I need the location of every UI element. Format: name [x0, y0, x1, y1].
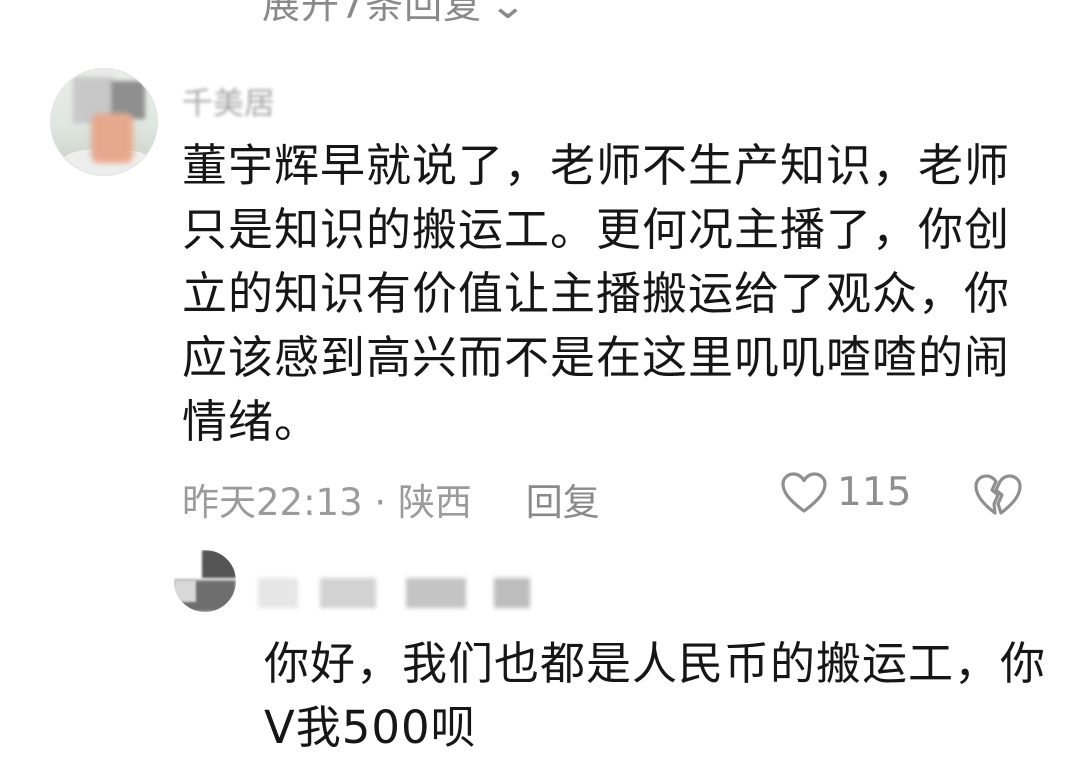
chevron-down-icon: ⌄	[488, 0, 529, 27]
reply-avatar[interactable]	[174, 550, 236, 612]
reply-line: V我500呗	[264, 701, 477, 754]
comment-line: 只是知识的搬运工。更何况主播了，你创	[182, 203, 1011, 256]
reply-username-redacted[interactable]	[258, 578, 538, 610]
heart-outline-icon	[781, 471, 827, 514]
dislike-button[interactable]	[973, 473, 1023, 521]
comment-timestamp: 昨天22:13	[182, 481, 363, 524]
comment-username-text: 千美居	[182, 86, 275, 122]
comment-line: 立的知识有价值让主播搬运给了观众，你	[182, 267, 1011, 320]
comment-line: 应该感到高兴而不是在这里叽叽喳喳的闹	[182, 331, 1011, 384]
comment-location: 陕西	[397, 481, 472, 524]
avatar[interactable]	[50, 68, 158, 176]
broken-heart-icon	[973, 474, 1023, 521]
reply-body: 你好，我们也都是人民币的搬运工，你 V我500呗	[264, 632, 1054, 760]
comment-username[interactable]: 千美居	[182, 78, 275, 123]
comment-meta: 昨天22:13 · 陕西 回复	[182, 472, 600, 526]
expand-replies-label: 展开7条回复	[262, 0, 483, 27]
comment-body: 董宇辉早就说了，老师不生产知识，老师 只是知识的搬运工。更何况主播了，你创 立的…	[182, 134, 1022, 454]
like-button[interactable]: 115	[781, 470, 911, 515]
comment-line: 董宇辉早就说了，老师不生产知识，老师	[182, 139, 1011, 192]
reply-line: 你好，我们也都是人民币的搬运工，你	[264, 637, 1047, 690]
reply-button[interactable]: 回复	[526, 481, 600, 524]
expand-replies-link[interactable]: 展开7条回复 ⌄	[262, 0, 529, 29]
meta-separator: ·	[374, 481, 387, 524]
comment-line: 情绪。	[182, 395, 321, 448]
like-count: 115	[837, 470, 912, 515]
